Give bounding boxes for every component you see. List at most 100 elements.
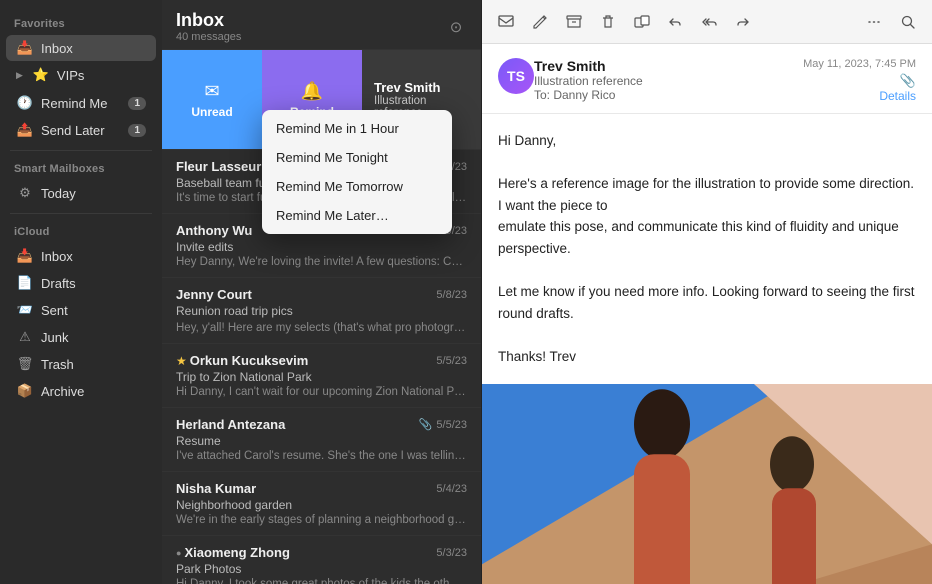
document-icon: 📄 <box>16 274 34 292</box>
remind-dropdown: Remind Me in 1 Hour Remind Me Tonight Re… <box>262 110 452 234</box>
inbox-subtitle: 40 messages <box>176 31 241 43</box>
email-preview: Hey Danny, We're loving the invite! A fe… <box>176 256 467 268</box>
email-subject: Resume <box>176 434 467 448</box>
gear-icon: ⚙ <box>16 184 34 202</box>
email-subject: Park Photos <box>176 562 467 576</box>
sidebar-item-sent[interactable]: 📨 Sent <box>6 297 156 323</box>
send-later-badge: 1 <box>128 124 146 137</box>
email-date: 5/4/23 <box>436 483 467 495</box>
email-top: Jenny Court 5/8/23 <box>176 287 467 302</box>
details-button[interactable]: Details <box>803 89 916 103</box>
email-subject: Reunion road trip pics <box>176 304 467 318</box>
sidebar-item-label: Junk <box>41 330 146 345</box>
detail-to: To: Danny Rico <box>534 88 803 102</box>
attachment-icon: 📎 <box>419 418 433 431</box>
star-icon: ★ <box>176 354 187 368</box>
unread-icon: ✉ <box>204 81 219 102</box>
delete-button[interactable] <box>596 10 620 34</box>
reply-button[interactable] <box>664 10 688 34</box>
remind-badge: 1 <box>128 97 146 110</box>
email-sender: Anthony Wu <box>176 223 252 238</box>
email-top: Nisha Kumar 5/4/23 <box>176 481 467 496</box>
body-line-3: Here's a reference image for the illustr… <box>498 173 916 216</box>
swipe-sender-name: Trev Smith <box>374 80 469 95</box>
email-date: 5/5/23 <box>436 419 467 431</box>
email-sender: Jenny Court <box>176 287 252 302</box>
swipe-unread-button[interactable]: ✉ Unread <box>162 50 262 149</box>
sidebar-item-label: Inbox <box>41 249 146 264</box>
sidebar-item-junk[interactable]: ⚠ Junk <box>6 324 156 350</box>
sidebar-item-remind-me[interactable]: 🕐 Remind Me 1 <box>6 90 156 116</box>
email-top: ● Xiaomeng Zhong 5/3/23 <box>176 545 467 560</box>
sidebar-section-actions: 🕐 Remind Me 1 📤 Send Later 1 <box>0 89 162 144</box>
image-canvas <box>482 384 932 584</box>
chevron-icon: ▶ <box>16 70 23 81</box>
email-list-header: Inbox 40 messages ⊙ <box>162 0 481 50</box>
email-sender: Orkun Kucuksevim <box>190 353 309 368</box>
email-preview: I've attached Carol's resume. She's the … <box>176 450 467 462</box>
new-message-button[interactable] <box>494 10 518 34</box>
email-item-orkun[interactable]: ★ Orkun Kucuksevim 5/5/23 Trip to Zion N… <box>162 344 481 408</box>
move-button[interactable] <box>630 10 654 34</box>
illustration-svg <box>482 384 932 584</box>
sidebar-item-label: Archive <box>41 384 146 399</box>
more-button[interactable] <box>862 10 886 34</box>
detail-header: TS Trev Smith Illustration reference To:… <box>482 44 932 114</box>
main-area: Inbox 40 messages ⊙ ✉ Unread 🔔 Remind <box>162 0 932 584</box>
forward-button[interactable] <box>732 10 756 34</box>
filter-icon[interactable]: ⊙ <box>445 16 467 38</box>
detail-body: Hi Danny, Here's a reference image for t… <box>482 114 932 384</box>
sidebar-item-drafts[interactable]: 📄 Drafts <box>6 270 156 296</box>
sidebar-section-icloud: iCloud 📥 Inbox 📄 Drafts 📨 Sent ⚠ Junk 🗑 … <box>0 220 162 405</box>
email-preview: Hi Danny, I took some great photos of th… <box>176 578 467 584</box>
email-item-jenny-court[interactable]: Jenny Court 5/8/23 Reunion road trip pic… <box>162 278 481 344</box>
detail-subject: Illustration reference <box>534 74 803 88</box>
email-sender: Xiaomeng Zhong <box>184 545 289 560</box>
archive-button[interactable] <box>562 10 586 34</box>
attachment-icon: 📎 <box>900 73 916 89</box>
email-list-title-group: Inbox 40 messages <box>176 10 241 43</box>
dropdown-remind-later[interactable]: Remind Me Later… <box>262 201 452 230</box>
sidebar-item-icloud-inbox[interactable]: 📥 Inbox <box>6 243 156 269</box>
dropdown-remind-tonight[interactable]: Remind Me Tonight <box>262 143 452 172</box>
body-line-8: Thanks! Trev <box>498 346 916 368</box>
dropdown-remind-tomorrow[interactable]: Remind Me Tomorrow <box>262 172 452 201</box>
email-list-body: ✉ Unread 🔔 Remind Trev Smith Illustratio… <box>162 50 481 584</box>
sidebar-item-vips[interactable]: ▶ ⭐ VIPs <box>6 62 156 88</box>
sender-avatar: TS <box>498 58 534 94</box>
sidebar-item-trash[interactable]: 🗑 Trash <box>6 351 156 377</box>
email-date: 5/8/23 <box>436 289 467 301</box>
sidebar-item-inbox-fav[interactable]: 📥 Inbox <box>6 35 156 61</box>
body-line-6: Let me know if you need more info. Looki… <box>498 281 916 324</box>
email-subject: Invite edits <box>176 240 467 254</box>
body-line-4: emulate this pose, and communicate this … <box>498 216 916 259</box>
detail-meta: May 11, 2023, 7:45 PM 📎 Details <box>803 58 916 103</box>
email-sender: Herland Antezana <box>176 417 285 432</box>
email-preview: Hi Danny, I can't wait for our upcoming … <box>176 386 467 398</box>
sidebar-item-today[interactable]: ⚙ Today <box>6 180 156 206</box>
detail-toolbar <box>482 0 932 44</box>
sidebar-section-label-smart: Smart Mailboxes <box>0 157 162 179</box>
sidebar-item-archive[interactable]: 📦 Archive <box>6 378 156 404</box>
email-item-nisha-kumar[interactable]: Nisha Kumar 5/4/23 Neighborhood garden W… <box>162 472 481 536</box>
reply-all-button[interactable] <box>698 10 722 34</box>
sidebar-item-label: Trash <box>41 357 146 372</box>
divider <box>10 213 152 214</box>
sidebar-item-send-later[interactable]: 📤 Send Later 1 <box>6 117 156 143</box>
email-detail: TS Trev Smith Illustration reference To:… <box>482 0 932 584</box>
detail-image <box>482 384 932 584</box>
email-list: Inbox 40 messages ⊙ ✉ Unread 🔔 Remind <box>162 0 482 584</box>
search-button[interactable] <box>896 10 920 34</box>
archive-icon: 📦 <box>16 382 34 400</box>
email-item-herland[interactable]: Herland Antezana 📎 5/5/23 Resume I've at… <box>162 408 481 472</box>
email-item-xiaomeng[interactable]: ● Xiaomeng Zhong 5/3/23 Park Photos Hi D… <box>162 536 481 584</box>
send-icon: 📤 <box>16 121 34 139</box>
sidebar: Favorites 📥 Inbox ▶ ⭐ VIPs 🕐 Remind Me 1… <box>0 0 162 584</box>
sidebar-item-label: Drafts <box>41 276 146 291</box>
email-item-trev-smith[interactable]: ✉ Unread 🔔 Remind Trev Smith Illustratio… <box>162 50 481 150</box>
unread-dot-small: ● <box>176 548 181 558</box>
compose-button[interactable] <box>528 10 552 34</box>
dropdown-remind-1h[interactable]: Remind Me in 1 Hour <box>262 114 452 143</box>
sidebar-item-label: Remind Me <box>41 96 121 111</box>
sidebar-section-label-icloud: iCloud <box>0 220 162 242</box>
